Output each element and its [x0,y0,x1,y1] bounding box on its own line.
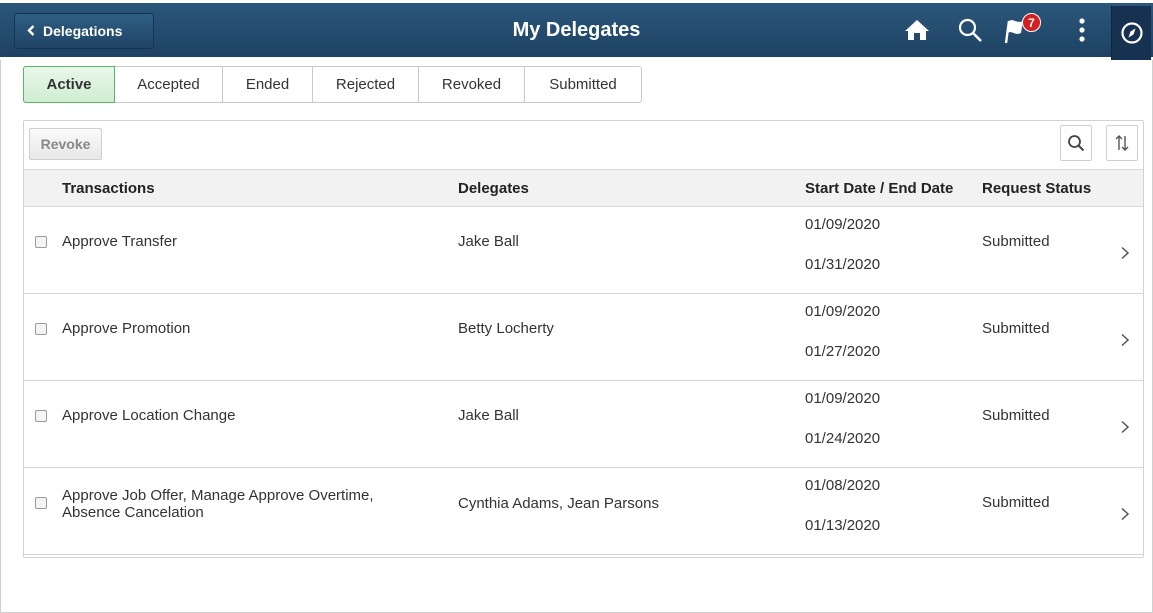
row-start-date: 01/09/2020 [805,303,881,320]
row-end-date: 01/27/2020 [805,343,881,360]
status-tab-bar: Active Accepted Ended Rejected Revoked S… [23,66,642,103]
tab-revoked[interactable]: Revoked [419,67,525,102]
tab-accepted[interactable]: Accepted [115,67,223,102]
grid-search-button[interactable] [1060,125,1092,161]
revoke-button[interactable]: Revoke [29,128,102,160]
chevron-right-icon[interactable] [1118,246,1132,260]
row-transaction: Approve Transfer [62,233,178,250]
table-row[interactable]: Approve Transfer Jake Ball 01/09/2020 01… [24,207,1143,294]
row-status: Submitted [982,407,1050,424]
sort-arrows-icon [1115,135,1129,151]
row-start-date: 01/08/2020 [805,477,881,494]
row-transaction: Approve Job Offer, Manage Approve Overti… [62,487,374,521]
column-header-transactions[interactable]: Transactions [62,180,155,197]
notifications-flag-icon[interactable]: 7 [1003,13,1049,47]
column-header-status[interactable]: Request Status [982,180,1091,197]
chevron-right-icon[interactable] [1118,420,1132,434]
row-end-date: 01/13/2020 [805,517,881,534]
row-status: Submitted [982,494,1050,511]
delegates-grid: Revoke Transactions Delegates Start Date… [23,120,1144,558]
table-row[interactable]: Approve Job Offer, Manage Approve Overti… [24,468,1143,555]
grid-column-header: Transactions Delegates Start Date / End … [24,169,1143,207]
row-delegates: Cynthia Adams, Jean Parsons [458,495,659,512]
row-status: Submitted [982,320,1050,337]
chevron-right-icon[interactable] [1118,333,1132,347]
search-icon[interactable] [953,13,987,47]
more-options-icon[interactable] [1070,13,1094,47]
table-row[interactable]: Approve Promotion Betty Locherty 01/09/2… [24,294,1143,381]
navbar-compass-icon[interactable] [1111,6,1151,60]
search-icon [1068,135,1085,152]
row-transaction: Approve Promotion [62,320,191,337]
row-end-date: 01/31/2020 [805,256,881,273]
row-delegates: Betty Locherty [458,320,554,337]
tab-ended[interactable]: Ended [223,67,313,102]
chevron-left-icon [27,24,35,39]
chevron-right-icon[interactable] [1118,507,1132,521]
row-checkbox[interactable] [35,323,47,335]
column-header-delegates[interactable]: Delegates [458,180,529,197]
back-button-label: Delegations [43,23,123,39]
tab-submitted[interactable]: Submitted [525,67,641,102]
row-checkbox[interactable] [35,410,47,422]
home-icon[interactable] [900,13,934,47]
table-row[interactable]: Approve Location Change Jake Ball 01/09/… [24,381,1143,468]
grid-sort-button[interactable] [1106,125,1138,161]
row-checkbox[interactable] [35,497,47,509]
row-delegates: Jake Ball [458,233,519,250]
grid-toolbar: Revoke [24,121,1143,169]
row-status: Submitted [982,233,1050,250]
row-start-date: 01/09/2020 [805,216,881,233]
row-end-date: 01/24/2020 [805,430,881,447]
back-to-delegations-button[interactable]: Delegations [14,13,154,49]
row-transaction: Approve Location Change [62,407,236,424]
row-checkbox[interactable] [35,236,47,248]
column-header-dates[interactable]: Start Date / End Date [805,180,953,197]
tab-active[interactable]: Active [23,66,115,103]
row-start-date: 01/09/2020 [805,390,881,407]
notification-count-badge: 7 [1022,13,1041,32]
header-banner: Delegations My Delegates 7 [0,0,1153,60]
row-delegates: Jake Ball [458,407,519,424]
tab-rejected[interactable]: Rejected [313,67,419,102]
